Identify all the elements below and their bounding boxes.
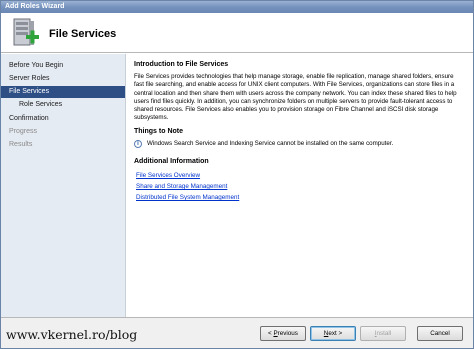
cancel-button[interactable]: Cancel <box>417 326 463 341</box>
wizard-header: File Services <box>1 13 473 53</box>
nav-item-file-services[interactable]: File Services <box>1 86 125 98</box>
nav-item-role-services[interactable]: Role Services <box>1 99 125 111</box>
wizard-window: Add Roles Wizard File Services Before Yo… <box>0 0 474 349</box>
notes-heading: Things to Note <box>134 128 183 135</box>
server-add-icon <box>13 18 39 46</box>
nav-item-before-you-begin[interactable]: Before You Begin <box>1 60 125 72</box>
next-button[interactable]: Next > <box>310 326 356 341</box>
nav-item-server-roles[interactable]: Server Roles <box>1 73 125 85</box>
nav-item-progress: Progress <box>9 128 38 135</box>
link-file-services-overview[interactable]: File Services Overview <box>136 172 200 179</box>
nav-item-confirmation[interactable]: Confirmation <box>1 113 125 125</box>
window-titlebar[interactable]: Add Roles Wizard <box>1 1 473 13</box>
nav-item-results: Results <box>9 141 33 148</box>
link-dfs-management[interactable]: Distributed File System Management <box>136 194 239 201</box>
wizard-nav: Before You Begin Server Roles File Servi… <box>1 54 126 317</box>
info-heading: Additional Information <box>134 158 209 165</box>
watermark-text: www.vkernel.ro/blog <box>6 327 138 342</box>
info-icon: i <box>134 140 142 148</box>
install-button: Install <box>360 326 406 341</box>
link-share-storage-management[interactable]: Share and Storage Management <box>136 183 227 190</box>
page-title: File Services <box>49 28 117 40</box>
intro-heading: Introduction to File Services <box>134 61 229 68</box>
previous-button[interactable]: < Previous <box>260 326 306 341</box>
intro-text: File Services provides technologies that… <box>134 73 457 122</box>
note-text: Windows Search Service and Indexing Serv… <box>147 140 394 147</box>
